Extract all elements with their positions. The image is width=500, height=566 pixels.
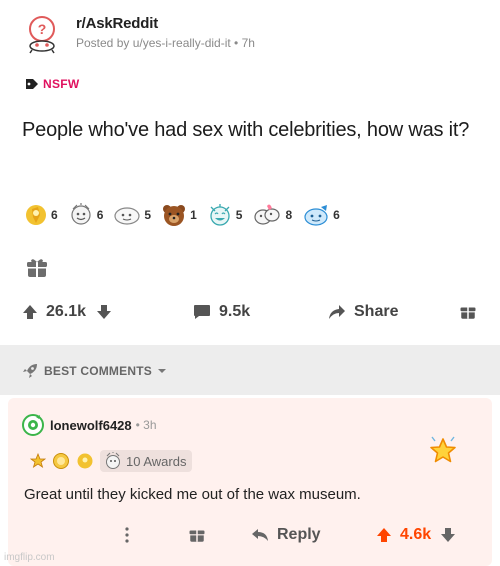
reply-label: Reply xyxy=(277,526,321,543)
vertical-dots-icon xyxy=(125,527,129,543)
vote-group: 26.1k xyxy=(22,303,112,321)
gift-icon xyxy=(27,259,47,277)
award-wholesome[interactable]: 6 xyxy=(68,203,104,227)
wholesome-award-icon xyxy=(106,452,120,469)
award-silver[interactable]: 5 xyxy=(113,204,151,226)
gift-icon xyxy=(189,530,205,542)
award-count: 1 xyxy=(190,208,197,222)
comment-icon xyxy=(194,305,210,319)
upvote-icon[interactable] xyxy=(22,304,38,320)
comment-body[interactable]: Great until they kicked me out of the wa… xyxy=(24,486,361,503)
gold-award-icon xyxy=(53,453,69,469)
reply-icon xyxy=(252,529,268,541)
post-header: ? r/AskReddit Posted by u/yes-i-really-d… xyxy=(22,14,255,54)
upvote-count: 26.1k xyxy=(46,303,87,320)
comment-sort-bar[interactable]: BEST COMMENTS xyxy=(0,345,500,395)
share-label: Share xyxy=(354,303,399,320)
gift-icon xyxy=(460,307,476,319)
award-list[interactable]: 6 6 5 1 5 8 6 xyxy=(24,203,350,227)
award-bear[interactable]: 1 xyxy=(161,203,197,227)
post-card: ? r/AskReddit Posted by u/yes-i-really-d… xyxy=(0,0,500,345)
awards-count-pill[interactable]: 10 Awards xyxy=(100,450,193,472)
share-arrow-icon xyxy=(329,305,345,319)
comment-username[interactable]: lonewolf6428 xyxy=(50,418,132,433)
chevron-down-icon xyxy=(157,369,166,373)
blue-snoo-award-icon xyxy=(304,205,328,226)
comment-time: • 3h xyxy=(135,418,157,432)
comment-count: 9.5k xyxy=(219,303,251,320)
rocket-icon xyxy=(23,364,37,378)
comments-button[interactable]: 9.5k xyxy=(193,303,250,321)
post-award-button[interactable] xyxy=(459,303,477,321)
share-button[interactable]: Share xyxy=(328,303,398,321)
nsfw-flair: NSFW xyxy=(25,77,80,91)
add-award-button[interactable] xyxy=(25,256,49,280)
comment-vote-group: 4.6k xyxy=(376,526,456,544)
award-helpful[interactable]: 6 xyxy=(24,203,58,227)
sort-label: BEST COMMENTS xyxy=(44,364,152,378)
downvote-icon[interactable] xyxy=(96,304,112,320)
helpful-award-icon xyxy=(77,453,93,469)
award-count: 5 xyxy=(144,208,152,222)
silver-award-icon xyxy=(114,207,140,225)
post-action-bar: 26.1k 9.5k Share xyxy=(0,303,500,333)
featured-star-icon xyxy=(428,436,458,471)
tag-icon xyxy=(26,79,38,89)
upvote-icon[interactable] xyxy=(376,527,392,543)
award-count: 6 xyxy=(96,208,104,222)
highlighted-comment: lonewolf6428 • 3h 10 Awards Great until … xyxy=(8,398,492,566)
award-hugz[interactable]: 8 xyxy=(252,203,292,227)
subreddit-icon[interactable]: ? xyxy=(22,14,62,54)
downvote-icon[interactable] xyxy=(440,527,456,543)
posted-by-line[interactable]: Posted by u/yes-i-really-did-it • 7h xyxy=(76,36,255,50)
bear-award-icon xyxy=(163,205,186,226)
post-title[interactable]: People who've had sex with celebrities, … xyxy=(22,117,482,143)
laughing-award-icon xyxy=(210,204,230,226)
comment-header: lonewolf6428 • 3h xyxy=(22,414,157,436)
comment-score: 4.6k xyxy=(400,526,432,543)
star-award-icon xyxy=(30,453,46,468)
award-count: 8 xyxy=(285,208,293,222)
award-count: 5 xyxy=(235,208,243,222)
comment-award-list[interactable]: 10 Awards xyxy=(30,450,193,472)
more-options-button[interactable] xyxy=(124,526,130,544)
award-count: 6 xyxy=(333,208,340,222)
award-blue-snoo[interactable]: 6 xyxy=(302,203,340,227)
award-count: 6 xyxy=(51,208,58,222)
awards-count: 10 Awards xyxy=(126,453,187,469)
comment-award-button[interactable] xyxy=(188,526,206,544)
subreddit-name[interactable]: r/AskReddit xyxy=(76,15,255,32)
svg-text:?: ? xyxy=(38,21,47,37)
helpful-award-icon xyxy=(26,205,46,225)
award-laughing[interactable]: 5 xyxy=(207,203,243,227)
hugz-award-icon xyxy=(254,204,281,225)
avatar[interactable] xyxy=(22,414,44,436)
nsfw-label: NSFW xyxy=(43,77,80,91)
comment-action-bar: Reply 4.6k xyxy=(8,526,492,552)
reply-button[interactable]: Reply xyxy=(251,526,321,544)
watermark-text: imgflip.com xyxy=(4,552,55,563)
wholesome-award-icon xyxy=(71,203,91,225)
